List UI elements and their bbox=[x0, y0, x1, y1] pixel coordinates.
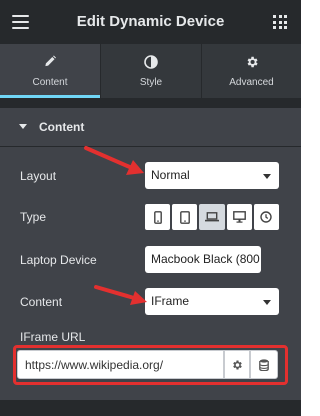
panel-title: Edit Dynamic Device bbox=[76, 13, 225, 30]
annotation-highlight-box bbox=[13, 345, 288, 385]
laptop-icon bbox=[205, 212, 219, 222]
tab-content[interactable]: Content bbox=[0, 44, 100, 98]
laptop-device-select[interactable]: Macbook Black (800 bbox=[145, 246, 261, 273]
tab-style[interactable]: Style bbox=[101, 44, 201, 98]
editor-panel: Edit Dynamic Device Content Style Advanc… bbox=[0, 0, 301, 416]
annotation-arrow-icon bbox=[84, 146, 144, 175]
gear-icon bbox=[247, 56, 258, 68]
type-label: Type bbox=[20, 210, 47, 224]
section-title: Content bbox=[39, 120, 85, 134]
chevron-down-icon bbox=[263, 300, 271, 305]
grid-icon[interactable] bbox=[273, 15, 287, 29]
mobile-icon bbox=[153, 210, 162, 224]
layout-value: Normal bbox=[151, 168, 190, 182]
tab-label: Style bbox=[139, 77, 163, 88]
type-option-desktop[interactable] bbox=[226, 204, 252, 230]
type-option-laptop[interactable] bbox=[199, 204, 225, 230]
section-toggle-content[interactable]: Content bbox=[0, 108, 301, 147]
type-option-watch[interactable] bbox=[253, 204, 280, 230]
caret-down-icon bbox=[19, 124, 27, 129]
type-option-mobile[interactable] bbox=[145, 204, 171, 230]
laptop-device-label: Laptop Device bbox=[20, 253, 97, 267]
divider bbox=[0, 98, 301, 108]
layout-label: Layout bbox=[20, 169, 57, 183]
laptop-device-value: Macbook Black (800 bbox=[151, 252, 260, 266]
watch-icon bbox=[260, 211, 273, 223]
content-select[interactable]: IFrame bbox=[145, 288, 279, 315]
tab-advanced[interactable]: Advanced bbox=[202, 44, 301, 98]
layout-select[interactable]: Normal bbox=[145, 162, 279, 189]
tab-label: Content bbox=[32, 77, 68, 88]
content-value: IFrame bbox=[151, 294, 190, 308]
type-option-tablet[interactable] bbox=[172, 204, 198, 230]
chevron-down-icon bbox=[263, 174, 271, 179]
desktop-icon bbox=[232, 211, 246, 223]
iframe-url-label: IFrame URL bbox=[20, 330, 86, 344]
annotation-arrow-icon bbox=[94, 285, 147, 305]
tablet-icon bbox=[179, 210, 190, 224]
panel-footer bbox=[0, 400, 301, 416]
tab-label: Advanced bbox=[229, 77, 274, 88]
panel-tabs: Content Style Advanced bbox=[0, 44, 301, 98]
half-circle-icon bbox=[144, 55, 158, 69]
pencil-icon bbox=[45, 55, 57, 67]
panel-header: Edit Dynamic Device bbox=[0, 0, 301, 44]
content-label: Content bbox=[20, 295, 63, 309]
device-type-toggle bbox=[145, 204, 280, 230]
